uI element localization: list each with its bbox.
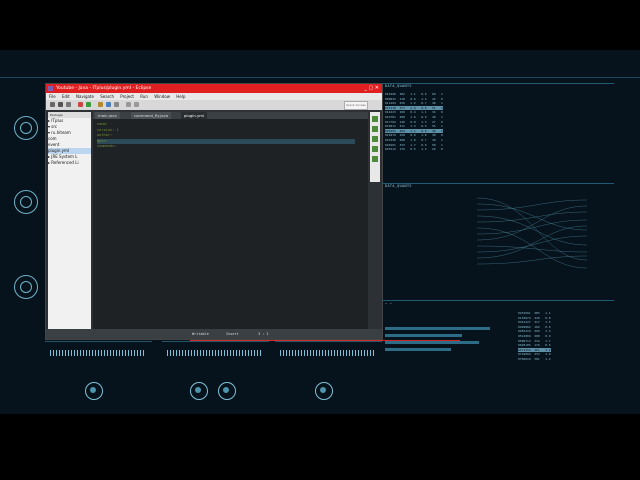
- window-titlebar[interactable]: Youtube - Java - ITplus/plugin.yml - Ecl…: [46, 84, 382, 93]
- dial-icon: [218, 382, 236, 400]
- side-gauges: [4, 100, 44, 320]
- code-text[interactable]: name: version: 1 author: main: commands:: [97, 122, 355, 150]
- eclipse-icon: [48, 86, 53, 91]
- bar-list: [385, 327, 495, 355]
- flow-graph: [476, 197, 588, 269]
- data-bar: [385, 341, 479, 344]
- run-icon[interactable]: [86, 102, 91, 107]
- dial-icon: [190, 382, 208, 400]
- gauge-icon: [14, 116, 38, 140]
- tree-item[interactable]: ▸ Referenced Li: [48, 160, 91, 166]
- save-icon[interactable]: [58, 102, 63, 107]
- control-deck: [275, 341, 382, 412]
- menu-window[interactable]: Window: [154, 94, 170, 99]
- window-controls[interactable]: _ ▢ ✕: [364, 84, 379, 93]
- quick-access-input[interactable]: Quick Access: [344, 101, 368, 110]
- java-perspective-icon[interactable]: [372, 156, 378, 162]
- menu-help[interactable]: Help: [176, 94, 185, 99]
- status-writable: Writable: [192, 332, 209, 336]
- editor-tabs: main.java command_fly.java plugin.yml: [93, 112, 368, 119]
- menu-search[interactable]: Search: [100, 94, 114, 99]
- data-panel-top: DATA_QUANTS 015490 302 1.1 0.6 60 1 0098…: [382, 83, 614, 179]
- dial-icon: [85, 382, 103, 400]
- tab-command-fly[interactable]: command_fly.java: [131, 112, 172, 119]
- print-icon[interactable]: [66, 102, 71, 107]
- tick-strip: [280, 350, 374, 356]
- data-table: 0234561 285 1.1 0119074 240 0.8 0341227 …: [518, 311, 551, 361]
- hud-top-strip: [0, 55, 640, 78]
- gauge-icon: [14, 190, 38, 214]
- tasks-icon[interactable]: [372, 126, 378, 132]
- perspective-bar: [370, 112, 380, 182]
- forward-icon[interactable]: [134, 102, 139, 107]
- panel-title: DATA_QUANTS: [385, 84, 412, 88]
- problems-icon[interactable]: [372, 136, 378, 142]
- menu-bar: File Edit Navigate Search Project Run Wi…: [46, 93, 382, 100]
- package-icon[interactable]: [98, 102, 103, 107]
- back-icon[interactable]: [126, 102, 131, 107]
- data-bar: [385, 327, 490, 330]
- panel-title: DATA_QUANTS: [385, 184, 412, 188]
- console-icon[interactable]: [372, 146, 378, 152]
- data-bar: [385, 334, 462, 337]
- status-insert: Insert: [226, 332, 239, 336]
- gauge-icon: [14, 275, 38, 299]
- package-explorer: Package ▸ ITplus ▾ src ▾ ru.hiteam com e…: [48, 112, 91, 330]
- outline-icon[interactable]: [372, 116, 378, 122]
- menu-project[interactable]: Project: [120, 94, 134, 99]
- status-bar: Writable Insert 3 : 1: [46, 329, 382, 339]
- menu-file[interactable]: File: [49, 94, 56, 99]
- debug-icon[interactable]: [78, 102, 83, 107]
- data-panel-bottom: — — 0234561 285 1.1 0119074 240 0.8 0341…: [382, 300, 614, 407]
- control-deck: [162, 341, 269, 412]
- control-deck: [45, 341, 152, 412]
- tick-strip: [50, 350, 144, 356]
- tick-strip: [167, 350, 261, 356]
- menu-navigate[interactable]: Navigate: [76, 94, 94, 99]
- tab-main-java[interactable]: main.java: [95, 112, 120, 119]
- code-editor[interactable]: main.java command_fly.java plugin.yml na…: [93, 112, 368, 330]
- tab-plugin-yml[interactable]: plugin.yml: [181, 112, 207, 119]
- status-position: 3 : 1: [258, 332, 269, 336]
- data-panel-middle: DATA_QUANTS: [382, 183, 614, 276]
- class-icon[interactable]: [106, 102, 111, 107]
- data-bar: [385, 348, 451, 351]
- menu-run[interactable]: Run: [140, 94, 148, 99]
- data-table: 015490 302 1.1 0.6 60 1 009832 118 0.9 1…: [385, 92, 443, 152]
- search-icon[interactable]: [114, 102, 119, 107]
- toolbar: Quick Access: [46, 100, 382, 110]
- window-title: Youtube - Java - ITplus/plugin.yml - Ecl…: [56, 86, 152, 91]
- code-line: commands:: [97, 144, 117, 149]
- dial-icon: [315, 382, 333, 400]
- new-icon[interactable]: [50, 102, 55, 107]
- eclipse-window: Youtube - Java - ITplus/plugin.yml - Ecl…: [45, 83, 383, 340]
- panel-title: — —: [385, 301, 393, 305]
- menu-edit[interactable]: Edit: [62, 94, 70, 99]
